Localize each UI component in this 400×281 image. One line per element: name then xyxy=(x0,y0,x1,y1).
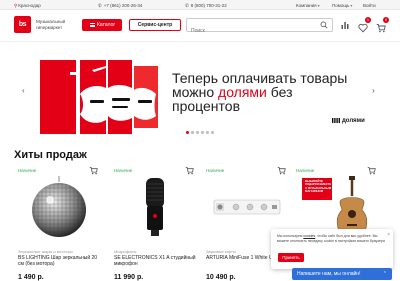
product-price: 10 490 р. xyxy=(206,274,236,281)
phone-icon: ✆ xyxy=(98,2,102,8)
carousel-dots xyxy=(186,121,216,134)
menu-help[interactable]: Помощь▾ xyxy=(332,3,352,8)
carousel-dot[interactable] xyxy=(211,131,214,134)
menu-icon xyxy=(90,23,95,27)
chevron-left-icon[interactable]: ‹ xyxy=(22,86,25,95)
add-to-cart-icon[interactable] xyxy=(185,166,194,175)
dolyami-logo: долями xyxy=(332,118,365,124)
cart-badge: 0 xyxy=(383,17,389,23)
chat-widget[interactable]: Напишите нам, мы онлайн! ⌃ xyxy=(292,268,392,280)
product-image-mirror-ball xyxy=(32,176,86,237)
carousel-dot[interactable] xyxy=(201,131,204,134)
city-selector[interactable]: ⚲Краснодар xyxy=(14,3,41,9)
login-label: Войти xyxy=(363,2,376,8)
banner-headline: Теперь оплачивать товары можно долями бе… xyxy=(172,71,372,113)
banner-line-3: процентов xyxy=(172,98,241,114)
product-price: 1 490 р. xyxy=(18,274,44,281)
add-to-cart-icon[interactable] xyxy=(89,166,98,175)
city-label: Краснодар xyxy=(18,2,41,8)
cookie-text-start: Мы используем xyxy=(277,234,304,238)
favorites-badge: 1 xyxy=(365,17,371,23)
product-card[interactable]: Наличие Зеркальные шары и местеры BS LIG… xyxy=(14,166,102,281)
cookie-notice: × Мы используем cookies, чтобы сайт был … xyxy=(271,229,393,269)
product-name[interactable]: BS LIGHTING Шар зеркальный 20 см (без мо… xyxy=(18,255,102,267)
stock-status: Наличие xyxy=(18,168,37,173)
chat-label: Напишите нам, мы онлайн! xyxy=(297,271,361,277)
product-image-microphone xyxy=(146,178,164,236)
cookie-text: Мы используем cookies, чтобы сайт был дл… xyxy=(277,234,389,243)
chevron-down-icon: ▾ xyxy=(350,2,353,8)
service-center-button[interactable]: Сервис-центр xyxy=(129,19,181,31)
top-bar: ⚲Краснодар ✆ +7 (861) 200-26-34 ✆ 8 (800) … xyxy=(0,0,400,10)
search-box xyxy=(186,18,333,37)
product-name[interactable]: SE ELECTRONICS X1 A студийный микрофон xyxy=(114,255,198,267)
carousel-dot[interactable] xyxy=(196,131,199,134)
chevron-up-icon: ⌃ xyxy=(382,271,387,277)
add-to-cart-icon[interactable] xyxy=(367,166,376,175)
tagline: Музыкальный гипермаркет xyxy=(36,19,66,30)
product-category: Микрофоны xyxy=(114,249,137,254)
phone-main[interactable]: ✆ +7 (861) 200-26-34 xyxy=(98,3,142,9)
login-link[interactable]: Войти xyxy=(363,3,376,8)
phone-main-label: +7 (861) 200-26-34 xyxy=(103,2,143,8)
catalog-button[interactable]: Каталог xyxy=(82,19,122,31)
phone-free[interactable]: ✆ 8 (800) 700-31-22 xyxy=(185,3,227,9)
accept-cookies-button[interactable]: Принять xyxy=(278,253,304,262)
service-center-label: Сервис-центр xyxy=(137,22,173,28)
phone-icon: ✆ xyxy=(185,2,189,8)
stock-status: Наличие xyxy=(296,168,315,173)
product-price: 11 990 р. xyxy=(114,274,144,281)
carousel-dot[interactable] xyxy=(191,131,194,134)
dolyami-mark-icon xyxy=(332,118,340,123)
compare-icon[interactable] xyxy=(340,20,350,30)
chevron-down-icon: ▾ xyxy=(317,2,320,8)
carousel-dot[interactable] xyxy=(186,131,189,134)
catalog-label: Каталог xyxy=(97,22,116,28)
banner-line-1: Теперь оплачивать товары xyxy=(172,70,348,86)
product-category: Зеркальные шары и местеры xyxy=(18,249,73,254)
add-to-cart-icon[interactable] xyxy=(277,166,286,175)
search-input[interactable] xyxy=(191,25,321,37)
menu-company-label: Компания xyxy=(296,2,317,8)
stock-status: Наличие xyxy=(114,168,133,173)
location-pin-icon: ⚲ xyxy=(14,2,18,8)
chevron-right-icon[interactable]: › xyxy=(372,86,375,95)
promo-sign-text: ВЫБИРАЙТЕ ПОДАРКИ ВМЕСТЕ С МУЗЫКАЛЬНЫМ М… xyxy=(305,179,332,193)
promo-banner[interactable]: ‹ › Теперь оплачивать товары можно долям… xyxy=(0,42,400,137)
phone-free-label: 8 (800) 700-31-22 xyxy=(190,2,227,8)
carousel-dot[interactable] xyxy=(206,131,209,134)
heart-icon xyxy=(358,23,368,33)
banner-line-2-suffix: без xyxy=(266,84,293,100)
cart-icon xyxy=(376,24,386,33)
logo[interactable]: bs xyxy=(14,16,31,33)
product-category: Звуковые карты xyxy=(206,249,236,254)
stock-status: Наличие xyxy=(206,168,225,173)
logo-text: bs xyxy=(18,21,27,28)
banner-line-2: можно долями без xyxy=(172,85,372,99)
menu-company[interactable]: Компания▾ xyxy=(296,3,320,8)
menu-help-label: Помощь xyxy=(332,2,350,8)
search-icon[interactable] xyxy=(320,21,328,29)
cart-button[interactable]: 0 xyxy=(376,17,389,33)
banner-guitar-image xyxy=(40,60,158,134)
product-card[interactable]: Наличие Микрофоны SE ELECTRONICS X1 A ст… xyxy=(110,166,198,281)
dolyami-text: долями xyxy=(342,118,365,125)
section-title: Хиты продаж xyxy=(14,149,87,161)
cookie-policy-link[interactable]: cookies xyxy=(303,234,315,238)
favorites-button[interactable]: 1 xyxy=(358,17,371,33)
